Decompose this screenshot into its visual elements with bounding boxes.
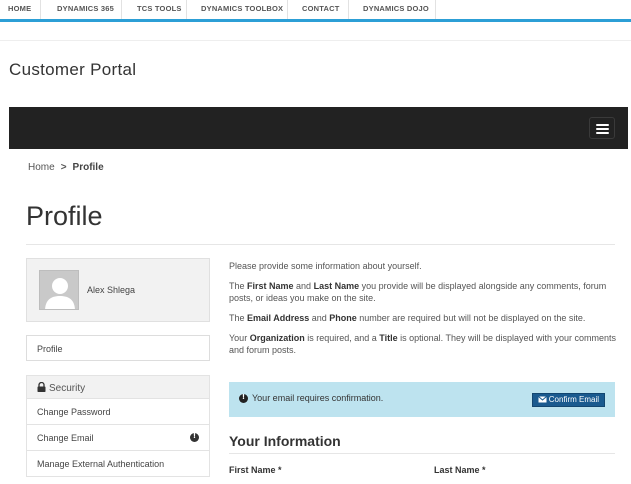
security-section-header: Security xyxy=(26,375,210,399)
nav-item-dynamics-365[interactable]: DYNAMICS 365 xyxy=(57,4,114,13)
sidebar-item-change-password[interactable]: Change Password xyxy=(26,399,210,425)
emphasis: Title xyxy=(379,333,398,343)
breadcrumb-current: Profile xyxy=(72,162,104,173)
nav-divider xyxy=(186,0,187,19)
nav-item-contact[interactable]: CONTACT xyxy=(302,4,340,13)
section-divider xyxy=(229,453,615,454)
title-divider xyxy=(26,244,615,245)
breadcrumb: Home > Profile xyxy=(28,162,104,173)
intro-paragraph-4: Your Organization is required, and a Tit… xyxy=(229,333,617,355)
avatar xyxy=(39,270,79,310)
sidebar-item-label: Change Password xyxy=(37,407,111,417)
user-name: Alex Shlega xyxy=(87,285,136,295)
nav-divider xyxy=(287,0,288,19)
user-silhouette-icon xyxy=(45,278,75,309)
nav-item-dynamics-dojo[interactable]: DYNAMICS DOJO xyxy=(363,4,429,13)
confirm-email-label: Confirm Email xyxy=(548,395,599,404)
emphasis: Email Address xyxy=(247,313,310,323)
user-card: Alex Shlega xyxy=(26,258,210,322)
sidebar-item-profile[interactable]: Profile xyxy=(26,335,210,361)
lock-icon xyxy=(37,381,46,392)
nav-item-tcs-tools[interactable]: TCS TOOLS xyxy=(137,4,182,13)
confirm-email-button[interactable]: Confirm Email xyxy=(531,393,605,407)
breadcrumb-home-link[interactable]: Home xyxy=(28,162,55,173)
nav-item-home[interactable]: HOME xyxy=(8,4,31,13)
email-confirmation-alert: Your email requires confirmation. Confir… xyxy=(229,382,615,417)
alert-message: Your email requires confirmation. xyxy=(252,393,384,403)
emphasis: Phone xyxy=(329,313,357,323)
nav-divider xyxy=(121,0,122,19)
sidebar-item-label: Change Email xyxy=(37,433,94,443)
exclamation-circle-icon xyxy=(239,393,248,403)
intro-paragraph-3: The Email Address and Phone number are r… xyxy=(229,313,586,323)
envelope-icon xyxy=(537,396,547,403)
header-divider xyxy=(0,40,631,41)
nav-item-dynamics-toolbox[interactable]: DYNAMICS TOOLBOX xyxy=(201,4,283,13)
intro-paragraph-2: The First Name and Last Name you provide… xyxy=(229,281,607,303)
top-navigation: HOME DYNAMICS 365 TCS TOOLS DYNAMICS TOO… xyxy=(0,0,631,22)
emphasis: Last Name xyxy=(313,281,360,291)
sidebar-item-label: Manage External Authentication xyxy=(37,459,165,469)
page-title: Profile xyxy=(26,201,103,231)
breadcrumb-separator: > xyxy=(60,162,67,173)
hamburger-menu-icon[interactable] xyxy=(589,117,615,139)
first-name-label: First Name * xyxy=(229,465,282,475)
intro-paragraph-1: Please provide some information about yo… xyxy=(229,261,422,271)
nav-divider xyxy=(40,0,41,19)
nav-divider xyxy=(435,0,436,19)
sidebar-item-change-email[interactable]: Change Email xyxy=(26,425,210,451)
section-title: Your Information xyxy=(229,433,341,449)
exclamation-circle-icon xyxy=(190,432,199,442)
sidebar-item-manage-external-authentication[interactable]: Manage External Authentication xyxy=(26,451,210,477)
last-name-label: Last Name * xyxy=(434,465,486,475)
site-title[interactable]: Customer Portal xyxy=(9,60,136,80)
security-label: Security xyxy=(49,383,86,394)
main-navbar xyxy=(9,107,628,149)
nav-divider xyxy=(348,0,349,19)
emphasis: First Name xyxy=(247,281,294,291)
emphasis: Organization xyxy=(249,333,305,343)
